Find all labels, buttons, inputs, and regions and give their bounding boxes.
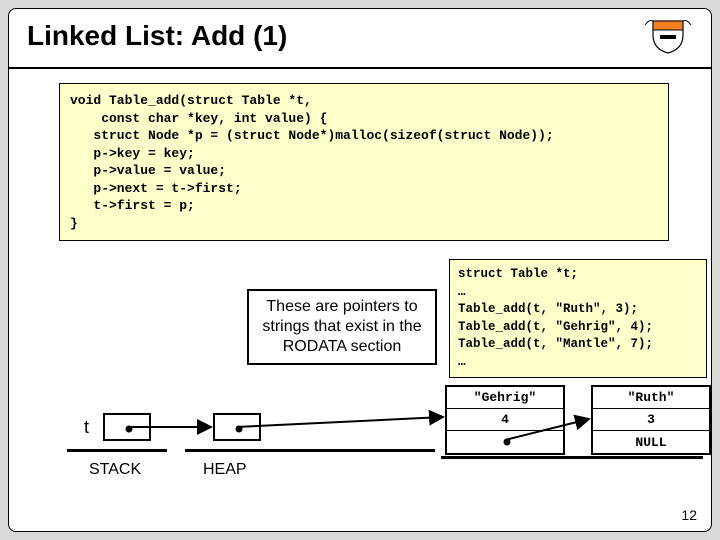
rodata-note: These are pointers to strings that exist…	[247, 289, 437, 365]
code-block-usage: struct Table *t; … Table_add(t, "Ruth", …	[449, 259, 707, 378]
code-block-function: void Table_add(struct Table *t, const ch…	[59, 83, 669, 241]
title-bar: Linked List: Add (1)	[9, 9, 711, 69]
page-number: 12	[681, 507, 697, 523]
node-gehrig: "Gehrig" 4	[445, 385, 565, 455]
node-value: 3	[593, 409, 709, 431]
section-label-stack: STACK	[89, 461, 141, 479]
divider-stack	[67, 449, 167, 452]
stack-box	[103, 413, 151, 441]
section-label-heap: HEAP	[203, 461, 247, 479]
node-ruth: "Ruth" 3 NULL	[591, 385, 711, 455]
divider-heap	[185, 449, 435, 452]
divider-heap-right	[441, 456, 703, 459]
heap-table-box	[213, 413, 261, 441]
node-key: "Gehrig"	[447, 387, 563, 409]
node-key: "Ruth"	[593, 387, 709, 409]
var-t-label: t	[84, 417, 89, 438]
slide: Linked List: Add (1) void Table_add(stru…	[8, 8, 712, 532]
node-next: NULL	[593, 431, 709, 453]
node-next	[447, 431, 563, 453]
node-value: 4	[447, 409, 563, 431]
slide-title: Linked List: Add (1)	[27, 20, 287, 52]
princeton-crest-icon	[643, 15, 693, 57]
